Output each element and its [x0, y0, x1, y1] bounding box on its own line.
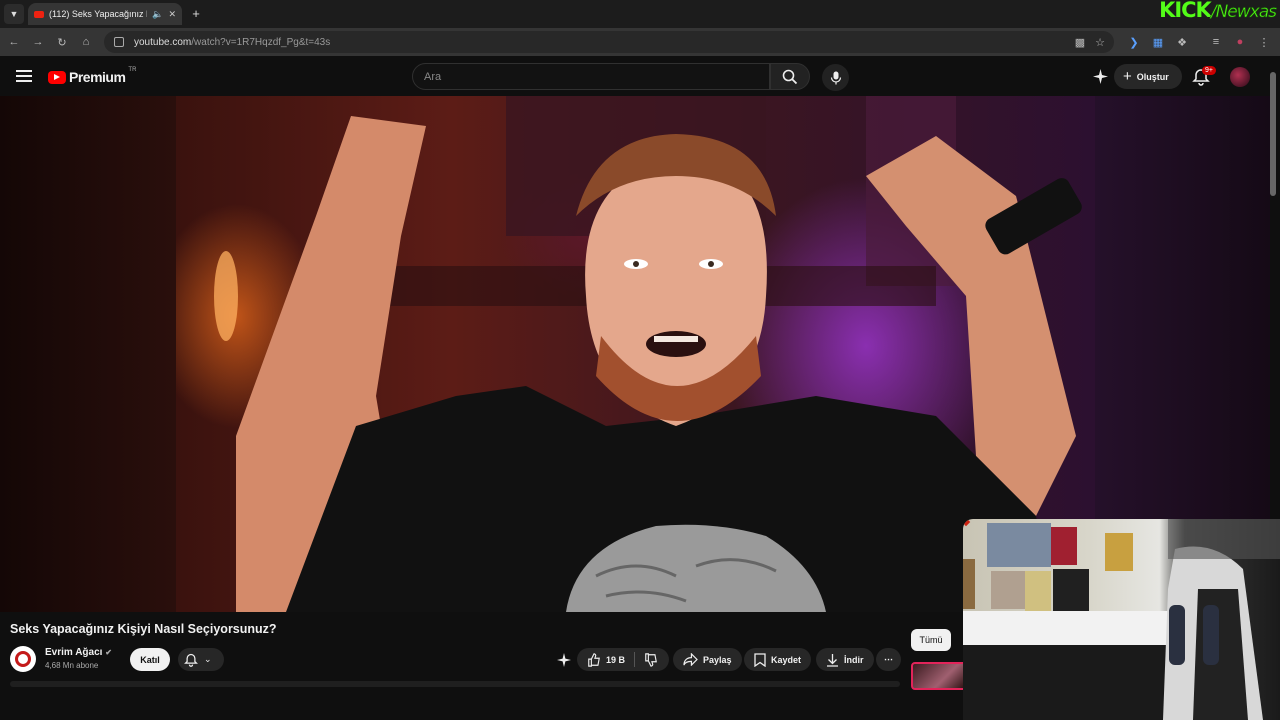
menu-dots-icon[interactable]: ⋮ [1256, 34, 1272, 50]
bell-icon [184, 653, 198, 667]
page-scrollbar[interactable] [1270, 72, 1276, 196]
home-icon[interactable]: ⌂ [78, 34, 94, 50]
url-path: /watch?v=1R7Hqzdf_Pg&t=43s [191, 36, 331, 48]
webcam-frame [963, 519, 1280, 720]
profile-icon[interactable]: ● [1232, 34, 1248, 50]
more-horizontal-icon[interactable]: ⋯ [876, 648, 901, 671]
video-player[interactable] [176, 96, 1095, 612]
bookmark-icon [754, 652, 766, 667]
streamer-webcam-overlay [963, 519, 1280, 720]
like-dislike-group: 19 B [577, 648, 669, 671]
browser-toolbar: ← → ↻ ⌂ youtube.com/watch?v=1R7Hqzdf_Pg&… [0, 28, 1280, 56]
cast-icon[interactable]: ▩ [1072, 34, 1088, 50]
description-box-edge [10, 681, 900, 687]
back-arrow-icon[interactable]: ← [6, 34, 22, 50]
microphone-icon [830, 71, 841, 84]
thumbs-down-icon[interactable] [644, 652, 658, 667]
search-input[interactable]: Ara [412, 63, 770, 90]
notification-badge: 9+ [1202, 66, 1216, 75]
chevron-down-icon: ⌄ [204, 654, 212, 664]
tab-title: (112) Seks Yapacağınız Kişiyi Nasıl Seçi… [49, 9, 147, 19]
site-info-icon[interactable] [114, 37, 124, 47]
channel-name[interactable]: Evrim Ağacı ✔ [45, 647, 112, 658]
youtube-favicon-icon [34, 10, 44, 18]
share-button[interactable]: Paylaş [673, 648, 742, 671]
gemini-sparkle-icon[interactable] [1093, 69, 1108, 84]
plus-icon[interactable]: + [188, 5, 204, 21]
tab-search-button[interactable]: ▼ [4, 4, 24, 24]
url-host: youtube.com [134, 36, 192, 48]
browser-tab[interactable]: (112) Seks Yapacağınız Kişiyi Nasıl Seçi… [28, 3, 182, 25]
search-icon [782, 69, 798, 84]
save-button[interactable]: Kaydet [744, 648, 812, 671]
thumbs-up-icon[interactable] [587, 652, 601, 667]
chip-all[interactable]: Tümü [911, 629, 951, 651]
bookmark-star-icon[interactable]: ☆ [1092, 34, 1108, 50]
account-avatar[interactable] [1230, 67, 1250, 87]
plus-icon: + [1123, 68, 1132, 85]
youtube-page: Premium TR Ara + Oluştur 9+ Seks Yapacağ… [0, 56, 1280, 720]
address-bar[interactable]: youtube.com/watch?v=1R7Hqzdf_Pg&t=43s [104, 31, 1114, 53]
verified-check-icon: ✔ [105, 648, 112, 657]
like-count[interactable]: 19 B [606, 655, 625, 665]
forward-arrow-icon[interactable]: → [30, 34, 46, 50]
channel-avatar[interactable] [10, 646, 36, 672]
ask-sparkle-icon[interactable] [557, 653, 571, 667]
region-code: TR [128, 67, 137, 73]
create-label: Oluştur [1136, 71, 1169, 82]
puzzle-extensions-icon[interactable]: ❖ [1174, 34, 1190, 50]
recommended-video-thumbnail[interactable] [911, 662, 967, 690]
search-button[interactable] [770, 63, 810, 90]
video-title: Seks Yapacağınız Kişiyi Nasıl Seçiyorsun… [10, 622, 277, 636]
hamburger-menu-icon[interactable] [16, 70, 32, 82]
translate-icon[interactable]: ▦ [1150, 34, 1166, 50]
youtube-logo[interactable]: Premium TR [48, 67, 137, 85]
subscriber-count: 4,68 Mn abone [45, 661, 99, 670]
download-icon [827, 653, 838, 667]
youtube-play-icon [48, 70, 66, 84]
share-arrow-icon [683, 653, 698, 666]
join-button[interactable]: Katıl [130, 648, 170, 671]
extension-icon[interactable]: ❯ [1126, 34, 1142, 50]
subscription-bell-button[interactable]: ⌄ [178, 648, 224, 671]
create-button[interactable]: + Oluştur [1114, 64, 1182, 89]
ambient-glow-left [0, 96, 176, 612]
media-queue-icon[interactable]: ≡ [1208, 34, 1224, 50]
stream-overlay-logo: KICK/Newxas [1159, 0, 1277, 22]
reload-icon[interactable]: ↻ [54, 34, 70, 50]
download-button[interactable]: İndir [816, 648, 874, 671]
voice-search-button[interactable] [822, 64, 849, 91]
browser-tab-strip: ▼ (112) Seks Yapacağınız Kişiyi Nasıl Se… [0, 0, 1280, 28]
video-frame [214, 96, 1082, 612]
close-icon[interactable]: ✕ [168, 9, 176, 20]
speaker-icon[interactable]: 🔈 [152, 9, 163, 20]
logo-word: Premium [69, 69, 126, 85]
